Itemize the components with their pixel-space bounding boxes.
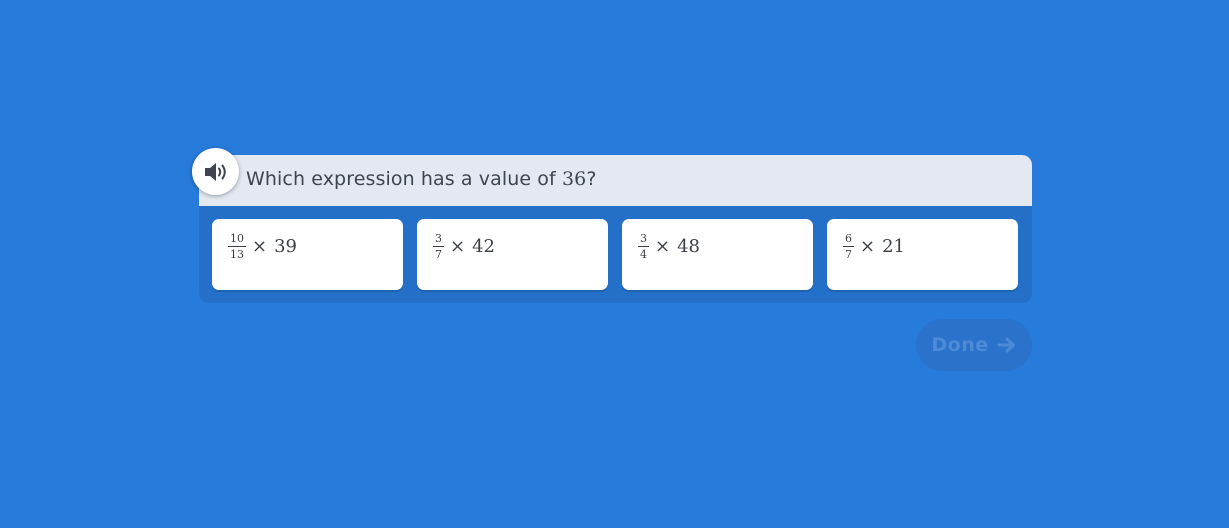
question-text: Which expression has a value of 36? [246, 168, 597, 190]
speaker-icon [203, 161, 229, 183]
factor: 48 [677, 235, 700, 257]
times-operator: × [655, 235, 671, 257]
done-button[interactable]: Done [916, 319, 1032, 371]
numerator: 10 [228, 232, 246, 247]
answer-choice-2[interactable]: 3 7 × 42 [417, 219, 608, 290]
expression: 3 7 × 42 [433, 233, 495, 261]
fraction: 3 4 [638, 233, 649, 261]
fraction: 6 7 [843, 233, 854, 261]
times-operator: × [252, 235, 268, 257]
times-operator: × [860, 235, 876, 257]
question-suffix: ? [586, 168, 597, 190]
fraction: 3 7 [433, 233, 444, 261]
denominator: 7 [845, 248, 852, 261]
expression: 10 13 × 39 [228, 233, 297, 261]
answer-choice-3[interactable]: 3 4 × 48 [622, 219, 813, 290]
numerator: 3 [638, 232, 649, 247]
expression: 6 7 × 21 [843, 233, 905, 261]
factor: 39 [274, 235, 297, 257]
denominator: 13 [230, 248, 244, 261]
arrow-right-icon [989, 336, 1017, 354]
read-aloud-button[interactable] [192, 148, 239, 195]
times-operator: × [450, 235, 466, 257]
denominator: 4 [640, 248, 647, 261]
numerator: 6 [843, 232, 854, 247]
factor: 42 [472, 235, 495, 257]
question-header: Which expression has a value of 36? [199, 155, 1032, 206]
question-target-value: 36 [561, 168, 587, 190]
numerator: 3 [433, 232, 444, 247]
answer-choice-4[interactable]: 6 7 × 21 [827, 219, 1018, 290]
denominator: 7 [435, 248, 442, 261]
answer-choice-1[interactable]: 10 13 × 39 [212, 219, 403, 290]
done-label: Done [931, 334, 989, 356]
expression: 3 4 × 48 [638, 233, 700, 261]
fraction: 10 13 [228, 233, 246, 261]
factor: 21 [882, 235, 905, 257]
question-prefix: Which expression has a value of [246, 168, 562, 190]
